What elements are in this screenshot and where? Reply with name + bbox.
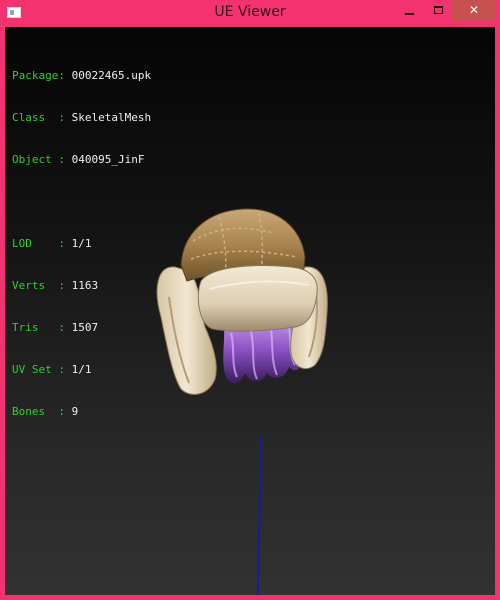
close-button[interactable]: ✕ bbox=[452, 0, 496, 21]
info-label: UV Set : bbox=[12, 363, 65, 376]
mesh-info-panel: Package: 00022465.upk Class : SkeletalMe… bbox=[12, 41, 151, 447]
info-row-lod: LOD : 1/1 bbox=[12, 237, 151, 251]
info-row-uvset: UV Set : 1/1 bbox=[12, 363, 151, 377]
info-label: Package: bbox=[12, 69, 65, 82]
info-value: 1/1 bbox=[71, 363, 92, 376]
title-bar[interactable]: UE Viewer ✕ bbox=[0, 0, 500, 27]
app-window: UE Viewer ✕ Package: 00022465.upk Class … bbox=[0, 0, 500, 600]
info-value: 9 bbox=[71, 405, 79, 418]
minimize-button[interactable] bbox=[395, 0, 425, 21]
info-label: Class : bbox=[12, 111, 65, 124]
info-label: LOD : bbox=[12, 237, 65, 250]
maximize-button[interactable] bbox=[425, 0, 452, 21]
info-row-bones: Bones : 9 bbox=[12, 405, 151, 419]
info-value: SkeletalMesh bbox=[71, 111, 152, 124]
3d-viewport[interactable]: Package: 00022465.upk Class : SkeletalMe… bbox=[5, 27, 495, 595]
maximize-icon bbox=[434, 6, 443, 14]
info-label: Object : bbox=[12, 153, 65, 166]
info-value: 1507 bbox=[71, 321, 99, 334]
info-row-verts: Verts : 1163 bbox=[12, 279, 151, 293]
info-row-tris: Tris : 1507 bbox=[12, 321, 151, 335]
info-row-object: Object : 040095_JinF bbox=[12, 153, 151, 167]
close-icon: ✕ bbox=[468, 3, 480, 17]
info-value: 00022465.upk bbox=[71, 69, 152, 82]
info-row-package: Package: 00022465.upk bbox=[12, 69, 151, 83]
info-label: Bones : bbox=[12, 405, 65, 418]
info-label: Verts : bbox=[12, 279, 65, 292]
info-value: 1/1 bbox=[71, 237, 92, 250]
axis-line bbox=[257, 434, 262, 595]
hat-fur-brim bbox=[197, 265, 318, 332]
info-label: Tris : bbox=[12, 321, 65, 334]
info-value: 040095_JinF bbox=[71, 153, 145, 166]
minimize-icon bbox=[405, 13, 414, 15]
info-row-class: Class : SkeletalMesh bbox=[12, 111, 151, 125]
info-value: 1163 bbox=[71, 279, 99, 292]
